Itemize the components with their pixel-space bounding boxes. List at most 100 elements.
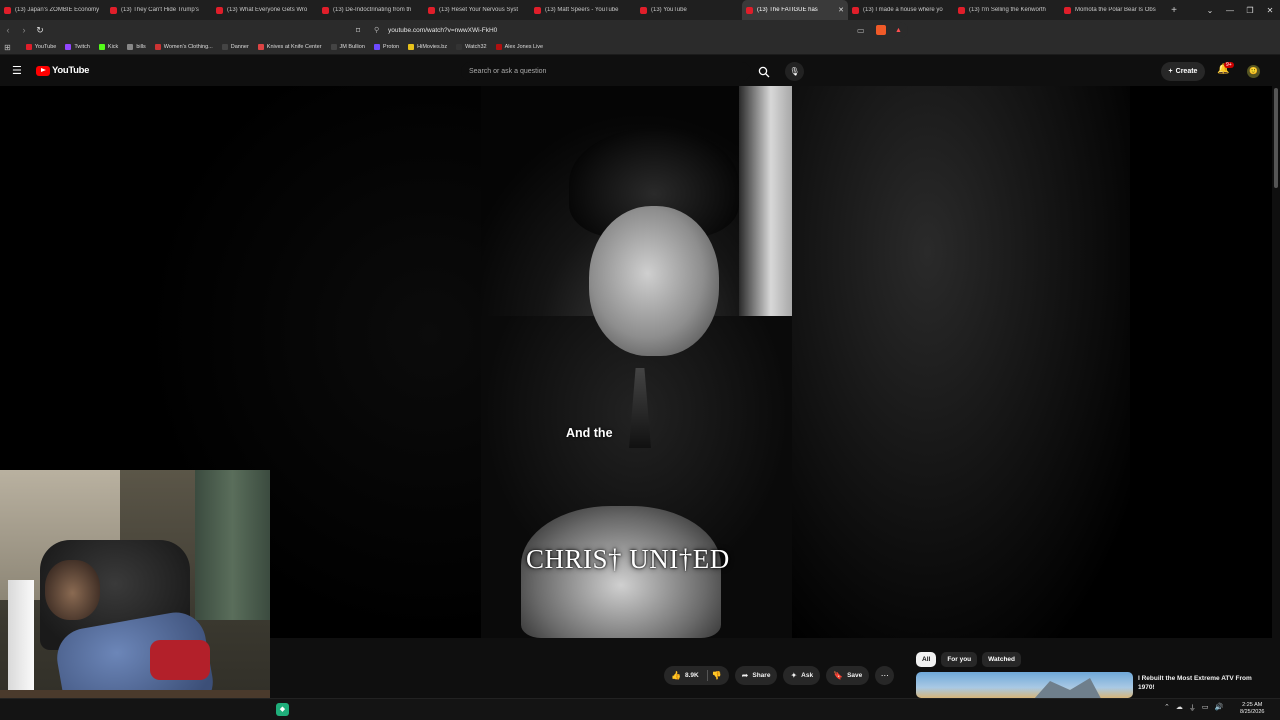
- tab-title: Momota the Polar Bear Is Obs: [1075, 7, 1156, 13]
- reload-button[interactable]: ↻: [32, 25, 48, 36]
- webcam-curtain: [195, 470, 270, 620]
- bookmarks-bar: ⊞ YouTube Twitch Kick bills Women's Clothing…: [0, 40, 1280, 55]
- tray-overflow-icon[interactable]: ⌃: [1164, 703, 1170, 713]
- recommendation-title[interactable]: I Rebuilt the Most Extreme ATV From 1970…: [1138, 674, 1268, 692]
- tab-title: (13) I'm Selling the Kenworth: [969, 7, 1046, 13]
- usb-icon[interactable]: ⏚: [1189, 703, 1196, 713]
- youtube-logo-text: YouTube: [52, 65, 90, 76]
- youtube-favicon-icon: [1064, 6, 1071, 14]
- tab-search-icon[interactable]: ⌄: [1200, 6, 1220, 15]
- bookmark-icon[interactable]: ⌑: [356, 26, 360, 35]
- share-label: Share: [752, 672, 771, 679]
- bookmark-item[interactable]: Danner: [221, 44, 249, 50]
- close-window-button[interactable]: ✕: [1260, 6, 1280, 15]
- guide-menu-icon[interactable]: ☰: [12, 64, 22, 77]
- bookmark-item[interactable]: YouTube: [25, 44, 56, 50]
- filter-chip[interactable]: All: [916, 652, 937, 667]
- rewards-icon[interactable]: ▲: [895, 27, 902, 34]
- search-input[interactable]: Search or ask a question: [461, 62, 751, 81]
- bookmark-item[interactable]: JM Bullion: [330, 44, 365, 50]
- more-actions-button[interactable]: ⋯: [875, 666, 895, 685]
- search-icon: [758, 66, 770, 77]
- bookmark-item[interactable]: bills: [127, 44, 146, 50]
- bookmark-favicon-icon: [257, 44, 264, 50]
- thumbs-down-icon[interactable]: 👎: [712, 671, 722, 680]
- browser-tab[interactable]: (13) YouTube: [636, 0, 742, 20]
- webcam-lamp: [8, 580, 34, 690]
- avatar[interactable]: 🙂: [1247, 65, 1260, 78]
- url-text[interactable]: youtube.com/watch?v=nwwXWi-FkH0: [388, 27, 497, 34]
- scrollbar-thumb[interactable]: [1274, 88, 1278, 188]
- tab-title: (13) YouTube: [651, 7, 687, 13]
- browser-tab[interactable]: (13) The FATIGUE has ✕: [742, 0, 848, 20]
- recommendation-thumbnail[interactable]: [916, 672, 1133, 698]
- filter-chip[interactable]: For you: [941, 652, 978, 667]
- browser-tab[interactable]: (13) They Can't Hide Trump's: [106, 0, 212, 20]
- brave-shields-icon[interactable]: [876, 25, 886, 35]
- youtube-logo[interactable]: YouTube: [36, 65, 89, 76]
- bookmark-item[interactable]: Alex Jones Live: [495, 44, 543, 50]
- browser-tab[interactable]: (13) I made a house where yo: [848, 0, 954, 20]
- bookmark-item[interactable]: Twitch: [65, 44, 90, 50]
- youtube-favicon-icon: [428, 6, 435, 14]
- share-button[interactable]: ➦ Share: [734, 666, 778, 685]
- filter-chip[interactable]: Watched: [982, 652, 1022, 667]
- close-tab-icon[interactable]: ✕: [838, 6, 844, 14]
- ask-button[interactable]: ✦ Ask: [783, 666, 821, 685]
- bookmark-item[interactable]: Kick: [98, 44, 118, 50]
- tab-title: (13) De-Indoctrinating from th: [333, 7, 412, 13]
- bookmark-favicon-icon: [221, 44, 228, 50]
- tab-title: (13) The FATIGUE has: [757, 7, 818, 13]
- cast-icon[interactable]: ▭: [857, 26, 865, 35]
- bookmark-item[interactable]: Proton: [373, 44, 399, 50]
- bookmark-item[interactable]: HiMovies.bz: [408, 44, 447, 50]
- bookmark-save-icon: 🔖: [833, 671, 844, 680]
- apps-grid-icon[interactable]: ⊞: [4, 43, 11, 52]
- youtube-favicon-icon: [110, 6, 117, 14]
- cloud-icon[interactable]: ☁: [1176, 703, 1183, 713]
- browser-tab[interactable]: (13) I'm Selling the Kenworth: [954, 0, 1060, 20]
- browser-tab[interactable]: (13) De-Indoctrinating from th: [318, 0, 424, 20]
- search-button[interactable]: [752, 62, 776, 81]
- forward-button[interactable]: ›: [16, 25, 32, 35]
- webcam-overlay: [0, 470, 270, 720]
- youtube-favicon-icon: [4, 6, 11, 14]
- voice-search-button[interactable]: 🎙: [785, 62, 804, 81]
- browser-tab[interactable]: (13) Matt Speers - YouTube: [530, 0, 636, 20]
- bookmark-item[interactable]: Women's Clothing...: [154, 44, 213, 50]
- browser-tab[interactable]: (13) Japan's ZOMBIE Economy: [0, 0, 106, 20]
- bookmark-favicon-icon: [127, 44, 134, 50]
- clock-time: 2:25 AM: [1242, 702, 1263, 708]
- save-button[interactable]: 🔖 Save: [826, 666, 870, 685]
- bookmark-favicon-icon: [65, 44, 72, 50]
- minimize-button[interactable]: —: [1220, 6, 1240, 15]
- bookmark-label: Watch32: [465, 44, 487, 50]
- thumbs-up-icon: 👍: [671, 671, 681, 680]
- bookmark-label: Knives at Knife Center: [266, 44, 322, 50]
- bookmark-item[interactable]: Watch32: [456, 44, 487, 50]
- save-label: Save: [847, 672, 863, 679]
- taskbar-app-icon[interactable]: ◆: [276, 703, 289, 716]
- site-info-icon[interactable]: ⚲: [374, 26, 379, 34]
- create-button[interactable]: + Create: [1161, 62, 1205, 81]
- new-tab-button[interactable]: +: [1166, 5, 1182, 16]
- volume-icon[interactable]: 🔊: [1215, 703, 1224, 713]
- address-bar[interactable]: ⌑ ⚲ youtube.com/watch?v=nwwXWi-FkH0 ▭ ▲: [352, 22, 908, 38]
- browser-tab[interactable]: Momota the Polar Bear Is Obs: [1060, 0, 1166, 20]
- bookmark-favicon-icon: [456, 44, 463, 50]
- back-button[interactable]: ‹: [0, 25, 16, 35]
- restore-button[interactable]: ❐: [1240, 6, 1260, 15]
- monitor-icon[interactable]: ▭: [1202, 703, 1209, 713]
- browser-tab[interactable]: (13) What Everyone Gets Wro: [212, 0, 318, 20]
- youtube-favicon-icon: [852, 6, 859, 14]
- page-scrollbar[interactable]: [1272, 86, 1280, 698]
- create-label: Create: [1175, 68, 1198, 75]
- webcam-person: [45, 560, 100, 620]
- browser-tab[interactable]: (13) Reset Your Nervous Syst: [424, 0, 530, 20]
- taskbar-clock[interactable]: 2:25 AM 8/25/2026: [1240, 702, 1264, 716]
- youtube-header: ☰ YouTube Search or ask a question 🎙 + C…: [0, 56, 1280, 86]
- video-wall: [739, 86, 792, 326]
- bookmark-item[interactable]: Knives at Knife Center: [257, 44, 322, 50]
- microphone-icon: 🎙: [789, 67, 800, 76]
- like-button[interactable]: 👍 8.9K 👎: [664, 666, 729, 685]
